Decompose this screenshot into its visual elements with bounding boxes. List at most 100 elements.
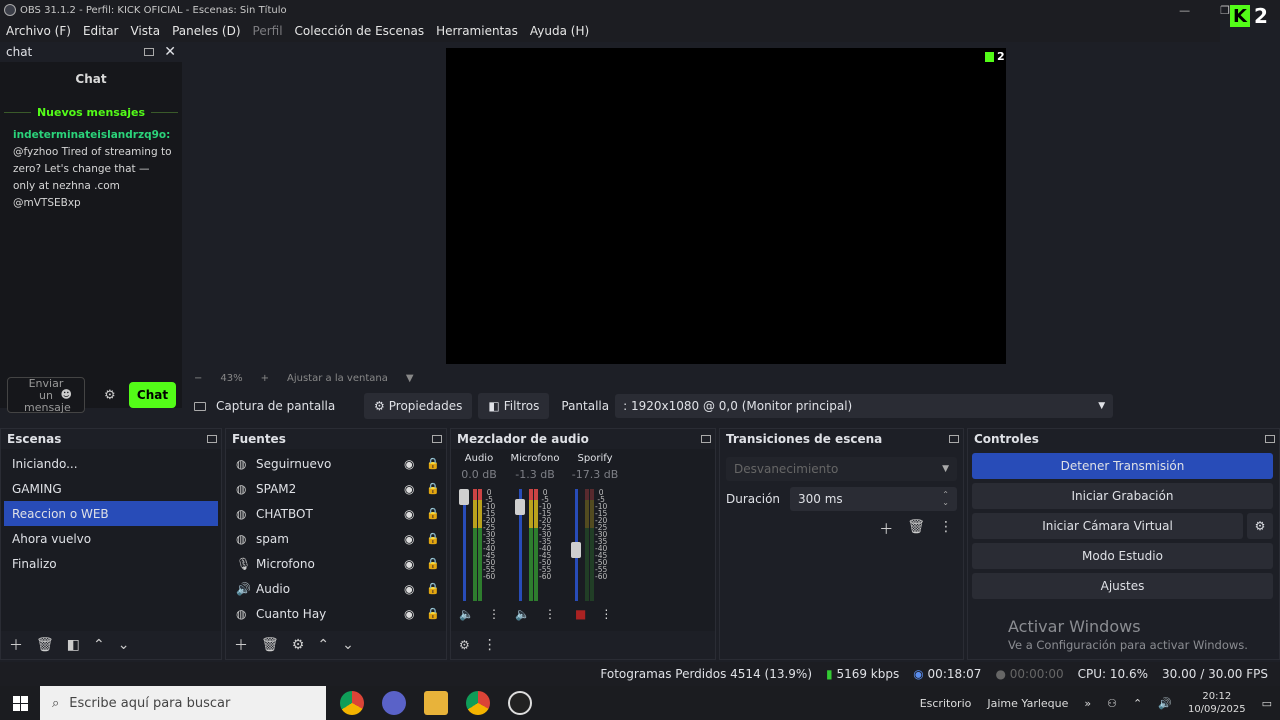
- eye-icon[interactable]: ◉: [404, 532, 426, 546]
- menu-ayuda[interactable]: Ayuda (H): [530, 24, 589, 38]
- volume-slider-knob[interactable]: [571, 541, 581, 558]
- volume-slider-knob[interactable]: [459, 489, 469, 505]
- minimize-icon[interactable]: —: [1179, 4, 1190, 17]
- menu-vista[interactable]: Vista: [130, 24, 160, 38]
- people-icon[interactable]: ⚇: [1107, 697, 1117, 710]
- source-item[interactable]: ◍ Cuanto Hay ◉ 🔒: [226, 601, 446, 626]
- display-select[interactable]: : 1920x1080 @ 0,0 (Monitor principal) ▼: [615, 394, 1114, 418]
- zoom-in-icon[interactable]: +: [261, 373, 269, 384]
- scene-item[interactable]: GAMING: [4, 476, 218, 501]
- source-item[interactable]: ◍ SPAM2 ◉ 🔒: [226, 476, 446, 501]
- chevron-up-icon[interactable]: ⌃: [1133, 697, 1142, 710]
- start-virtual-camera-button[interactable]: Iniciar Cámara Virtual: [972, 513, 1243, 539]
- chrome-icon[interactable]: [466, 691, 490, 715]
- obs-icon[interactable]: [508, 691, 532, 715]
- fit-window-option[interactable]: Ajustar a la ventana: [287, 373, 388, 384]
- arrow-down-icon[interactable]: ⌄: [342, 637, 354, 653]
- lock-icon[interactable]: 🔒: [426, 507, 446, 520]
- float-icon[interactable]: [144, 48, 155, 56]
- scene-item[interactable]: Finalizo: [4, 551, 218, 576]
- source-item[interactable]: 🎙 Microfono ◉ 🔒: [226, 551, 446, 576]
- chat-settings-gear-icon[interactable]: ⚙: [104, 388, 116, 403]
- scene-item[interactable]: Iniciando...: [4, 451, 218, 476]
- source-item[interactable]: ◍ CHATBOT ◉ 🔒: [226, 501, 446, 526]
- duration-input[interactable]: 300 ms ⌃ ⌄: [790, 487, 957, 511]
- start-button[interactable]: [0, 695, 40, 711]
- studio-mode-button[interactable]: Modo Estudio: [972, 543, 1273, 569]
- menu-paneles[interactable]: Paneles (D): [172, 24, 240, 38]
- filters-button[interactable]: ◧ Filtros: [478, 393, 550, 419]
- muted-speaker-icon[interactable]: ■: [575, 607, 586, 621]
- eye-icon[interactable]: ◉: [404, 507, 426, 521]
- eye-icon[interactable]: ◉: [404, 457, 426, 471]
- more-icon[interactable]: ⋮: [483, 637, 497, 653]
- lock-icon[interactable]: 🔒: [426, 607, 446, 620]
- menu-herramientas[interactable]: Herramientas: [436, 24, 518, 38]
- more-icon[interactable]: ⋮: [939, 519, 953, 539]
- trash-icon[interactable]: 🗑: [907, 519, 925, 539]
- trash-icon[interactable]: 🗑: [36, 637, 54, 653]
- source-item[interactable]: ◍ spam ◉ 🔒: [226, 526, 446, 551]
- stop-stream-button[interactable]: Detener Transmisión: [972, 453, 1273, 479]
- app-icon[interactable]: [382, 691, 406, 715]
- chat-send-button[interactable]: Chat: [129, 382, 176, 408]
- close-icon[interactable]: ✕: [164, 44, 176, 60]
- transition-select[interactable]: Desvanecimiento ▼: [726, 457, 957, 481]
- add-icon[interactable]: ＋: [234, 635, 248, 655]
- zoom-out-icon[interactable]: −: [194, 373, 202, 384]
- scene-item[interactable]: Ahora vuelvo: [4, 526, 218, 551]
- float-icon[interactable]: [432, 435, 442, 443]
- menu-editar[interactable]: Editar: [83, 24, 119, 38]
- more-icon[interactable]: ⋮: [600, 607, 612, 621]
- eye-icon[interactable]: ◉: [404, 482, 426, 496]
- lock-icon[interactable]: 🔒: [426, 532, 446, 545]
- overflow-icon[interactable]: »: [1084, 697, 1091, 710]
- taskbar-search[interactable]: ⌕ Escribe aquí para buscar: [40, 686, 326, 720]
- chat-input[interactable]: Enviar un mensaje ☻: [7, 377, 85, 414]
- gear-icon[interactable]: ⚙: [459, 638, 470, 652]
- start-recording-button[interactable]: Iniciar Grabación: [972, 483, 1273, 509]
- float-icon[interactable]: [949, 435, 959, 443]
- eye-icon[interactable]: ◉: [404, 607, 426, 621]
- source-item[interactable]: ◍ Seguirnuevo ◉ 🔒: [226, 451, 446, 476]
- properties-button[interactable]: ⚙ Propiedades: [364, 393, 473, 419]
- lock-icon[interactable]: 🔒: [426, 482, 446, 495]
- preview-canvas[interactable]: [446, 48, 1006, 364]
- float-icon[interactable]: [701, 435, 711, 443]
- volume-slider-track[interactable]: [463, 489, 466, 601]
- scene-item-selected[interactable]: Reaccion o WEB: [4, 501, 218, 526]
- lock-icon[interactable]: 🔒: [426, 457, 446, 470]
- restore-icon[interactable]: ❐: [1220, 4, 1230, 17]
- virtual-camera-gear-icon[interactable]: ⚙: [1247, 513, 1273, 539]
- notifications-icon[interactable]: ▭: [1262, 697, 1272, 710]
- clock[interactable]: 20:12 10/09/2025: [1188, 690, 1246, 716]
- speaker-icon[interactable]: 🔈: [459, 607, 474, 621]
- volume-icon[interactable]: 🔊: [1158, 697, 1172, 710]
- lock-icon[interactable]: 🔒: [426, 582, 446, 595]
- arrow-up-icon[interactable]: ⌃: [317, 637, 329, 653]
- arrow-up-icon[interactable]: ⌃: [93, 637, 105, 653]
- emoji-icon[interactable]: ☻: [61, 389, 72, 401]
- menu-coleccion[interactable]: Colección de Escenas: [295, 24, 425, 38]
- folder-icon[interactable]: [424, 691, 448, 715]
- speaker-icon[interactable]: 🔈: [515, 607, 530, 621]
- lock-icon[interactable]: 🔒: [426, 557, 446, 570]
- menu-archivo[interactable]: Archivo (F): [6, 24, 71, 38]
- add-icon[interactable]: ＋: [9, 635, 23, 655]
- gear-icon[interactable]: ⚙: [292, 637, 305, 653]
- more-icon[interactable]: ⋮: [544, 607, 556, 621]
- settings-button[interactable]: Ajustes: [972, 573, 1273, 599]
- volume-slider-knob[interactable]: [515, 498, 525, 515]
- eye-icon[interactable]: ◉: [404, 557, 426, 571]
- add-icon[interactable]: ＋: [879, 519, 893, 539]
- eye-icon[interactable]: ◉: [404, 582, 426, 596]
- chrome-icon[interactable]: [340, 691, 364, 715]
- trash-icon[interactable]: 🗑: [261, 637, 279, 653]
- float-icon[interactable]: [1265, 435, 1275, 443]
- desktop-label[interactable]: Escritorio: [920, 697, 972, 710]
- spinner-icon[interactable]: ⌃ ⌄: [942, 491, 949, 507]
- more-icon[interactable]: ⋮: [488, 607, 500, 621]
- arrow-down-icon[interactable]: ⌄: [118, 637, 130, 653]
- source-item[interactable]: 🔊 Audio ◉ 🔒: [226, 576, 446, 601]
- chat-username[interactable]: indeterminateislandrzq9o:: [13, 127, 173, 144]
